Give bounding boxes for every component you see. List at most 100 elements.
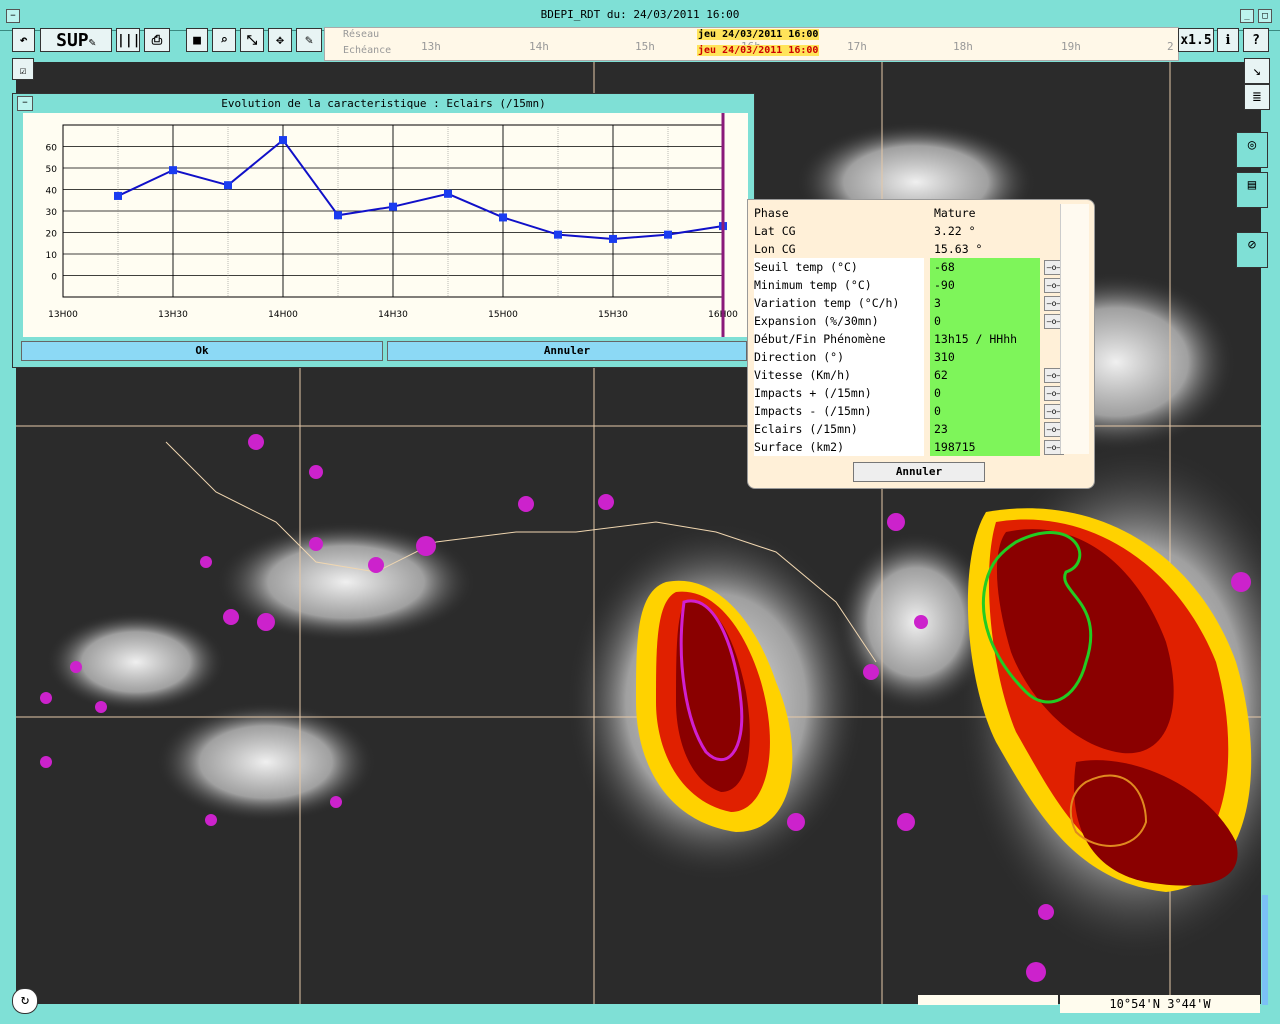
info-row-value[interactable]: 0: [930, 312, 1040, 330]
y-tick-label: 0: [51, 273, 57, 283]
info-row-label: Seuil temp (°C): [754, 258, 924, 276]
info-row: Phase Mature: [754, 204, 1090, 222]
echeance-date[interactable]: jeu 24/03/2011 16:00: [697, 45, 820, 56]
data-point: [389, 202, 397, 211]
ok-button[interactable]: Ok: [21, 341, 383, 361]
pan-button[interactable]: ✥: [268, 28, 292, 52]
layers-button[interactable]: ≣: [1244, 84, 1270, 110]
info-row-value[interactable]: 310: [930, 348, 1040, 366]
spiral-icon: ◎: [1247, 137, 1257, 153]
info-button[interactable]: i: [1217, 28, 1239, 52]
info-row-value[interactable]: 198715: [930, 438, 1040, 456]
disable-button[interactable]: ⊘: [1236, 232, 1268, 268]
reseau-date[interactable]: jeu 24/03/2011 16:00: [697, 29, 820, 40]
note-icon: ☑: [19, 64, 27, 77]
info-row-label: Lat CG: [754, 224, 796, 238]
help-button[interactable]: ?: [1243, 28, 1269, 52]
info-row-value[interactable]: 0: [930, 384, 1040, 402]
info-row: Surface (km2) 198715 –o–: [754, 438, 1090, 456]
y-tick-label: 10: [46, 251, 58, 261]
data-point: [444, 189, 452, 198]
sup-button[interactable]: SUP✎: [40, 28, 112, 52]
zoom-level: x1.5: [1180, 33, 1212, 48]
minimize-button[interactable]: _: [1240, 9, 1254, 23]
x-tick-label: 15H00: [488, 310, 518, 320]
info-row-label: Surface (km2): [754, 438, 924, 456]
magnifier-icon: ⌕: [220, 33, 228, 48]
reseau-label: Réseau: [343, 29, 380, 40]
info-row: Impacts + (/15mn) 0 –o–: [754, 384, 1090, 402]
printer-icon: ⎙: [151, 33, 163, 48]
info-row-value[interactable]: 23: [930, 420, 1040, 438]
y-tick-label: 40: [46, 187, 58, 197]
data-point: [224, 181, 232, 190]
barcode-icon: |||: [117, 33, 141, 48]
measure-button[interactable]: ⤡: [240, 28, 264, 52]
info-row-value[interactable]: -90: [930, 276, 1040, 294]
info-cancel-button[interactable]: Annuler: [853, 462, 985, 482]
vertical-scrollbar[interactable]: [1262, 895, 1268, 1005]
sup-label: SUP: [56, 30, 89, 51]
zoom-level-button[interactable]: x1.5: [1178, 28, 1214, 52]
info-row-value[interactable]: 3: [930, 294, 1040, 312]
print-button[interactable]: ⎙: [144, 28, 170, 52]
info-row: Expansion (%/30mn) 0 –o–: [754, 312, 1090, 330]
chart-title: Evolution de la caracteristique : Eclair…: [221, 97, 546, 110]
ruler-icon: ⤡: [246, 33, 258, 48]
info-row-value[interactable]: 13h15 / HHhh: [930, 330, 1040, 348]
info-row-label: Variation temp (°C/h): [754, 294, 924, 312]
chart-area: 60 50 40 30 20 10 0 13H00 13H30 14H00 14H30 15H00 15…: [23, 113, 748, 337]
info-row: Direction (°) 310: [754, 348, 1090, 366]
hour-tick: 2: [1167, 40, 1174, 53]
forbidden-icon: ⊘: [1247, 237, 1257, 253]
zoom-button[interactable]: ⌕: [212, 28, 236, 52]
brush-icon: ✎: [305, 33, 313, 48]
window-title: BDEPI_RDT du: 24/03/2011 16:00: [540, 8, 740, 21]
info-row-label: Impacts + (/15mn): [754, 384, 924, 402]
track-button[interactable]: ◎: [1236, 132, 1268, 168]
info-row: Seuil temp (°C) -68 –o–: [754, 258, 1090, 276]
list-button[interactable]: ▤: [1236, 172, 1268, 208]
data-point: [334, 211, 342, 220]
info-row: Vitesse (Km/h) 62 –o–: [754, 366, 1090, 384]
barcode-button[interactable]: |||: [116, 28, 140, 52]
coordinates-readout: 10°54'N 3°44'W: [1060, 995, 1260, 1013]
info-row: Impacts - (/15mn) 0 –o–: [754, 402, 1090, 420]
data-point: [554, 230, 562, 239]
help-icon: ?: [1252, 33, 1260, 48]
arrow-icon: ↘: [1252, 63, 1262, 79]
refresh-button[interactable]: ↻: [12, 988, 38, 1014]
layers-icon: ≣: [1252, 89, 1262, 105]
timeline-bar[interactable]: Réseau Echéance 13h 14h 15h 16h 17h 18h …: [324, 27, 1179, 61]
data-point: [609, 234, 617, 243]
line-chart: 60 50 40 30 20 10 0 13H00 13H30 14H00 14H30 15H00 15…: [46, 113, 738, 337]
hour-tick: 17h: [847, 40, 867, 53]
draw-button[interactable]: ✎: [296, 28, 322, 52]
info-row-value[interactable]: 0: [930, 402, 1040, 420]
y-tick-label: 30: [46, 208, 58, 218]
document-icon: ▤: [1247, 177, 1257, 193]
info-row-value: 15.63 °: [934, 242, 983, 256]
edit-button[interactable]: ☑: [12, 58, 34, 80]
info-row-label: Phase: [754, 206, 789, 220]
info-row-value[interactable]: -68: [930, 258, 1040, 276]
info-row: Début/Fin Phénomène 13h15 / HHhh: [754, 330, 1090, 348]
info-row-label: Début/Fin Phénomène: [754, 330, 924, 348]
expand-button[interactable]: ↘: [1244, 58, 1270, 84]
panel-scrollbar[interactable]: [1060, 204, 1089, 454]
info-row-label: Minimum temp (°C): [754, 276, 924, 294]
info-row-value: Mature: [934, 206, 976, 220]
undo-button[interactable]: ↶: [12, 28, 35, 52]
save-button[interactable]: ■: [186, 28, 208, 52]
pencil-icon: ✎: [88, 35, 96, 49]
maximize-button[interactable]: □: [1258, 9, 1272, 23]
floppy-icon: ■: [193, 33, 201, 48]
y-tick-label: 50: [46, 165, 58, 175]
info-row-value[interactable]: 62: [930, 366, 1040, 384]
cell-info-panel: Phase Mature Lat CG 3.22 ° Lon CG 15.63 ° Seui…: [747, 199, 1095, 489]
chart-cancel-button[interactable]: Annuler: [387, 341, 747, 361]
hour-tick: 18h: [953, 40, 973, 53]
x-tick-label: 14H00: [268, 310, 298, 320]
info-row-label: Impacts - (/15mn): [754, 402, 924, 420]
hour-tick: 13h: [421, 40, 441, 53]
